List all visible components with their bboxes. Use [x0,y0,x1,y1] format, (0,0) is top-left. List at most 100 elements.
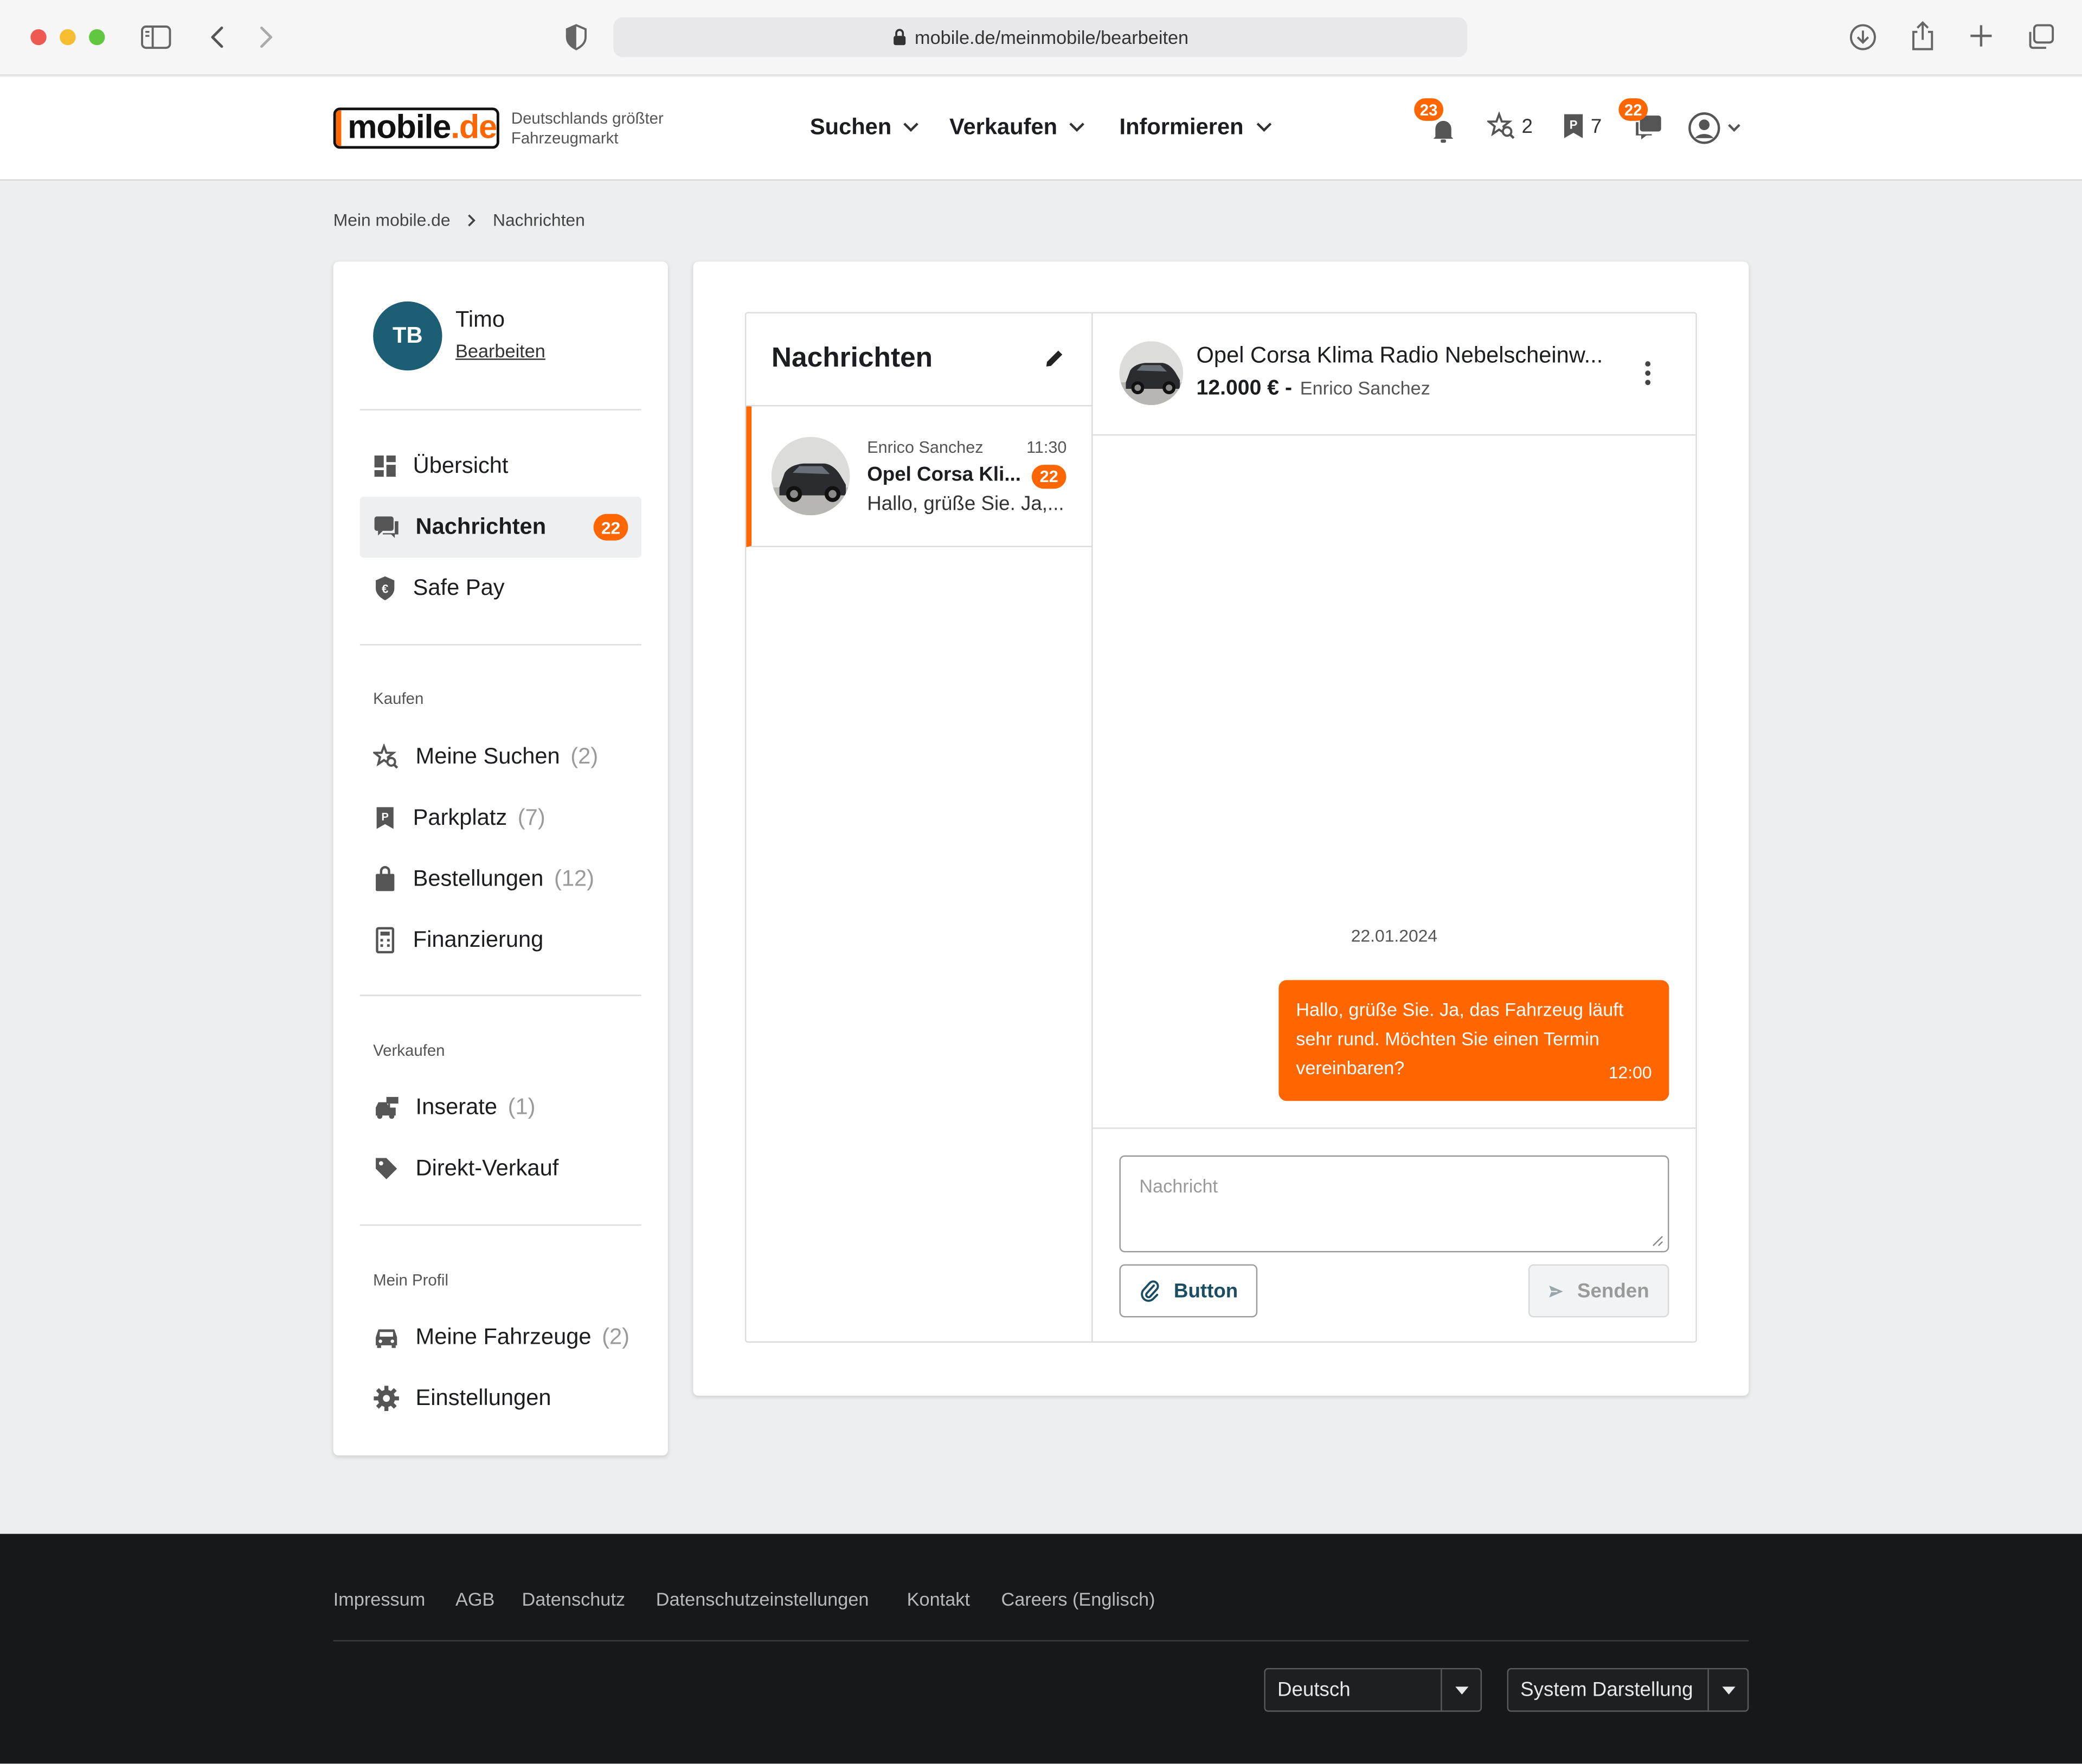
svg-text:P: P [382,811,389,823]
conversation-item[interactable]: Enrico Sanchez 11:30 Opel Corsa Kli... 2… [746,406,1093,547]
minimize-window-button[interactable] [60,29,76,46]
sidebar-item-safe-pay[interactable]: € Safe Pay [360,558,641,619]
chevron-down-icon [904,123,919,132]
compose-button[interactable] [1044,348,1065,369]
breadcrumb-mein-mobile[interactable]: Mein mobile.de [333,210,451,230]
sidebar-item-meine-suchen[interactable]: Meine Suchen (2) [360,727,641,788]
chat-view: Opel Corsa Klima Radio Nebelscheinw... 1… [1093,313,1696,1342]
conversation-time: 11:30 [1026,438,1067,457]
nav-informieren[interactable]: Informieren [1120,114,1273,141]
footer-link-impressum[interactable]: Impressum [333,1588,426,1609]
account-menu-button[interactable] [1688,112,1742,145]
section-heading-mein-profil: Mein Profil [373,1271,448,1290]
sidebar-item-uebersicht[interactable]: Übersicht [360,435,641,497]
new-tab-icon[interactable] [1968,23,1994,49]
car-listing-icon [376,1096,399,1119]
saved-searches-button[interactable]: 2 [1487,111,1533,141]
parkplatz-button[interactable]: P 7 [1562,112,1602,141]
message-bubble-outgoing: Hallo, grüße Sie. Ja, das Fahrzeug läuft… [1278,980,1669,1101]
sidebar-item-finanzierung[interactable]: Finanzierung [360,910,641,971]
conversation-preview: Hallo, grüße Sie. Ja,... [867,492,1064,516]
star-search-icon [1487,111,1515,139]
sidebar-item-label: Meine Fahrzeuge [415,1324,592,1350]
parkplatz-count: 7 [1590,114,1602,138]
car-icon [376,1329,397,1348]
footer-link-datenschutz[interactable]: Datenschutz [522,1588,625,1609]
sidebar-item-label: Direkt-Verkauf [415,1155,559,1181]
messages-title: Nachrichten [771,342,933,374]
nav-verkaufen[interactable]: Verkaufen [949,114,1087,141]
footer-link-datenschutzeinstellungen[interactable]: Datenschutzeinstellungen [656,1588,869,1609]
mobile-de-logo[interactable]: mobile.de [333,107,499,149]
sidebar-item-parkplatz[interactable]: P Parkplatz (7) [360,787,641,849]
price-tag-icon [376,1158,397,1179]
listing-thumbnail[interactable] [1119,341,1184,405]
sidebar-item-label: Übersicht [413,453,509,478]
user-icon [1688,112,1720,144]
nav-suchen[interactable]: Suchen [810,114,921,141]
notifications-button[interactable] [1430,117,1457,144]
listing-meta: 12.000 € - Enrico Sanchez [1197,377,1430,401]
chat-header: Opel Corsa Klima Radio Nebelscheinw... 1… [1093,313,1696,436]
sidebar-item-label: Safe Pay [413,575,505,600]
message-input[interactable]: Nachricht [1119,1155,1669,1253]
address-bar[interactable]: mobile.de/meinmobile/bearbeiten [613,17,1468,57]
calculator-icon [376,927,395,954]
sidebar-item-bestellungen[interactable]: Bestellungen (12) [360,849,641,910]
unread-badge: 22 [593,514,628,541]
sidebar-item-meine-fahrzeuge[interactable]: Meine Fahrzeuge (2) [360,1307,641,1368]
footer-link-kontakt[interactable]: Kontakt [907,1588,970,1609]
bell-icon [1433,120,1454,143]
chevron-down-icon [1256,123,1271,132]
conversation-sender: Enrico Sanchez [867,438,984,457]
messages-badge: 22 [1618,98,1648,121]
logo-text: mobile [348,108,451,146]
share-icon[interactable] [1908,20,1937,52]
sidebar-item-einstellungen[interactable]: Einstellungen [360,1368,641,1429]
close-window-button[interactable] [30,29,47,46]
breadcrumb: Mein mobile.de Nachrichten [333,210,585,230]
sidebar-item-nachrichten[interactable]: Nachrichten 22 [359,496,641,558]
chat-options-button[interactable] [1644,360,1652,387]
resize-handle-icon[interactable] [1652,1235,1664,1247]
privacy-shield-icon[interactable] [563,23,589,52]
sidebar-item-inserate[interactable]: Inserate (1) [360,1077,641,1138]
breadcrumb-nachrichten: Nachrichten [492,209,585,230]
divider [359,1224,641,1226]
sidebar-toggle-icon[interactable] [141,24,173,50]
sidebar-item-count: (2) [602,1324,630,1350]
chevron-down-icon [1069,123,1085,132]
sidebar-item-direkt-verkauf[interactable]: Direkt-Verkauf [360,1138,641,1199]
chat-icon [374,516,399,538]
logo-tagline: Deutschlands größter Fahrzeugmarkt [511,109,664,149]
message-text: Hallo, grüße Sie. Ja, das Fahrzeug läuft… [1296,998,1624,1079]
sidebar-item-count: (7) [517,805,545,830]
svg-text:P: P [1570,118,1578,132]
attach-button-label: Button [1173,1279,1238,1303]
zoom-window-button[interactable] [89,29,105,46]
sidebar-item-label: Bestellungen [413,865,544,891]
sidebar-item-label: Nachrichten [415,514,547,540]
edit-profile-link[interactable]: Bearbeiten [455,340,545,361]
footer-link-careers[interactable]: Careers (Englisch) [1001,1588,1155,1609]
shield-euro-icon: € [376,576,395,600]
back-icon[interactable] [207,24,228,50]
forward-icon[interactable] [255,24,276,50]
tab-overview-icon[interactable] [2026,23,2055,52]
send-button[interactable]: Senden [1528,1264,1669,1318]
sidebar-item-count: (2) [570,743,599,769]
main-content: Nachrichten Enrico Sanchez 11:30 Opel Co… [693,261,1749,1396]
conversation-list-header: Nachrichten [746,313,1093,407]
conversation-unread-badge: 22 [1031,465,1066,489]
downloads-icon[interactable] [1848,23,1878,52]
footer-link-agb[interactable]: AGB [455,1588,494,1609]
sidebar-item-label: Meine Suchen [415,743,560,769]
car-thumbnail [771,437,850,516]
sidebar-item-label: Inserate [415,1094,497,1120]
theme-select[interactable]: System Darstellung [1507,1667,1749,1712]
language-select[interactable]: Deutsch [1264,1667,1482,1712]
sidebar-item-count: (1) [507,1094,536,1120]
attach-button[interactable]: Button [1119,1264,1258,1318]
divider [359,995,641,996]
listing-title[interactable]: Opel Corsa Klima Radio Nebelscheinw... [1197,343,1603,369]
